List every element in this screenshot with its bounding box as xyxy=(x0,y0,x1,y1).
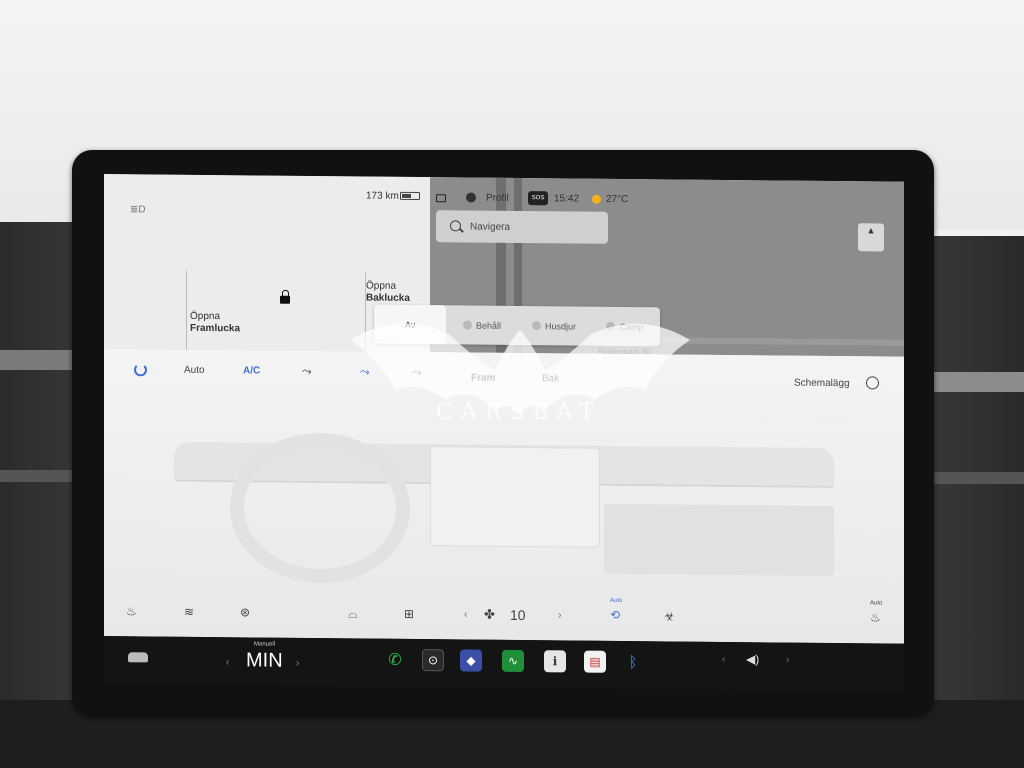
mode-keep-button[interactable]: Behåll xyxy=(446,305,518,345)
rear-window-defrost-icon[interactable]: ⊞ xyxy=(404,607,414,621)
volume-increase-button[interactable]: › xyxy=(786,655,789,666)
rear-defrost-icon[interactable]: ≋ xyxy=(184,605,194,619)
frunk-open-label[interactable]: Öppna xyxy=(190,311,220,322)
power-icon[interactable] xyxy=(134,363,147,377)
temp-decrease-button[interactable]: ‹ xyxy=(226,657,229,668)
temp-increase-button[interactable]: › xyxy=(296,658,299,669)
front-defrost-icon[interactable]: ⌓ xyxy=(348,606,358,621)
climate-panel: Auto A/C ⤳ ⤳ ⤳ Fram Bak Schemalägg ♨ ≋ ⊛… xyxy=(104,349,904,644)
profile-icon[interactable] xyxy=(466,192,476,203)
mode-off-button[interactable]: Av xyxy=(374,304,446,345)
dashboard-trim xyxy=(930,472,1024,484)
airflow-feet-icon[interactable]: ⤳ xyxy=(360,364,370,379)
recirculate-auto-label: Auto xyxy=(610,597,623,604)
unlock-icon[interactable] xyxy=(436,194,446,203)
sos-badge[interactable]: SOS xyxy=(528,191,548,206)
auto-button[interactable]: Auto xyxy=(184,365,205,376)
ac-button[interactable]: A/C xyxy=(243,365,260,376)
bluetooth-icon[interactable]: ᛒ xyxy=(622,651,644,673)
dashboard-trim xyxy=(930,372,1024,392)
lock-icon[interactable] xyxy=(280,295,290,304)
sun-icon xyxy=(592,194,601,204)
stocks-icon[interactable]: ∿ xyxy=(502,649,524,673)
cabin-temperature[interactable]: MIN xyxy=(246,649,283,672)
game-icon[interactable]: ◆ xyxy=(460,649,482,672)
mode-label: Av xyxy=(404,319,416,330)
trunk-open-label[interactable]: Öppna xyxy=(366,281,396,292)
fan-icon xyxy=(462,320,472,330)
clock-icon[interactable] xyxy=(866,376,879,390)
compass-icon: ▲ xyxy=(866,225,876,236)
trunk-label[interactable]: Baklucka xyxy=(366,293,410,304)
volume-decrease-button[interactable]: ‹ xyxy=(722,654,725,665)
fan-icon: ✤ xyxy=(484,606,495,622)
climate-keeper-popup: Av Behåll Husdjur Camp xyxy=(374,304,660,347)
seat-heat-left-icon[interactable]: ♨ xyxy=(126,604,137,618)
navigation-search-input[interactable]: Navigera xyxy=(436,210,608,244)
camera-icon[interactable]: ⊙ xyxy=(422,649,444,672)
steering-heat-icon[interactable]: ⊛ xyxy=(240,605,250,619)
mode-label: Camp xyxy=(619,321,644,332)
phone-icon[interactable]: ✆ xyxy=(384,649,406,671)
seat-heat-right-auto-label: Auto xyxy=(870,600,883,607)
fan-level: 10 xyxy=(510,606,526,624)
steering-wheel-illustration xyxy=(230,432,410,584)
bioweapon-icon[interactable]: ☣ xyxy=(664,609,675,623)
map-settings-button[interactable]: ▲ xyxy=(858,223,884,252)
fan-increase-button[interactable]: › xyxy=(558,609,562,621)
outside-temperature: 27°C xyxy=(606,193,629,206)
calendar-icon[interactable]: ▤ xyxy=(584,650,606,673)
mode-label: Behåll xyxy=(475,320,502,331)
touchscreen: ≣D 173 km Öppna Framlucka Öppna Baklucka… xyxy=(104,174,904,644)
car-icon[interactable] xyxy=(128,652,148,663)
recirculate-icon[interactable]: ⟲ xyxy=(610,608,620,622)
front-zone-tab[interactable]: Fram xyxy=(471,373,495,384)
taskbar: ‹ Manuell MIN › ✆ ⊙ ◆ ∿ ℹ ▤ ᛒ ‹ ◀) › xyxy=(104,636,904,692)
mode-camp-button[interactable]: Camp xyxy=(590,307,660,347)
dog-icon xyxy=(531,321,541,331)
climate-mode-label: Manuell xyxy=(254,641,276,648)
headlight-icon[interactable]: ≣D xyxy=(130,204,148,216)
volume-icon[interactable]: ◀) xyxy=(746,652,759,666)
mode-dog-button[interactable]: Husdjur xyxy=(518,306,590,346)
tent-icon xyxy=(606,321,616,331)
seat-heat-right-icon[interactable]: ♨ xyxy=(870,610,881,624)
battery-icon xyxy=(400,191,420,201)
airflow-face-icon[interactable]: ⤳ xyxy=(302,364,312,379)
center-display-illustration xyxy=(430,446,600,548)
clock: 15:42 xyxy=(554,193,580,205)
notes-icon[interactable]: ℹ xyxy=(544,650,566,673)
search-placeholder: Navigera xyxy=(470,221,511,233)
airflow-mix-icon[interactable]: ⤳ xyxy=(412,365,422,380)
search-icon xyxy=(450,220,461,232)
mode-label: Husdjur xyxy=(544,320,576,332)
frunk-label[interactable]: Framlucka xyxy=(190,323,240,334)
schedule-button[interactable]: Schemalägg xyxy=(794,378,850,390)
fan-decrease-button[interactable]: ‹ xyxy=(464,608,468,620)
profile-label[interactable]: Profil xyxy=(486,193,509,204)
rear-zone-tab[interactable]: Bak xyxy=(542,373,559,384)
passenger-dash-illustration xyxy=(604,503,834,577)
lock-shackle-icon xyxy=(282,289,289,297)
range-readout: 173 km xyxy=(366,190,399,202)
